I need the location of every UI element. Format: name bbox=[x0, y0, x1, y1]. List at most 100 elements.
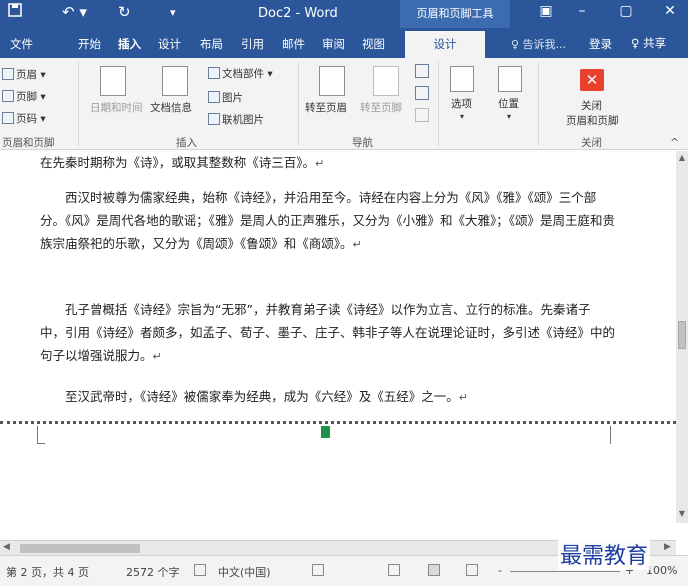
goto-footer-icon bbox=[373, 66, 399, 96]
read-mode-icon[interactable] bbox=[388, 564, 400, 576]
goto-footer-button[interactable]: 转至页脚 bbox=[360, 100, 402, 115]
header-button-label: 页眉 ▾ bbox=[16, 69, 46, 81]
tab-layout[interactable]: 布局 bbox=[200, 36, 223, 52]
vertical-scroll-thumb[interactable] bbox=[678, 321, 686, 349]
tab-mailings[interactable]: 邮件 bbox=[282, 36, 305, 52]
quick-parts-label: 文档部件 ▾ bbox=[222, 68, 273, 80]
ribbon-separator bbox=[438, 62, 439, 146]
paragraph-text: 在先秦时期称为《诗》，或取其整数称《诗三百》。 bbox=[40, 155, 316, 170]
ribbon-display-options-icon[interactable]: ▣ bbox=[532, 3, 560, 19]
options-dropdown-icon[interactable]: ▾ bbox=[460, 112, 464, 121]
footer-button[interactable]: 页脚 ▾ bbox=[2, 89, 46, 104]
group-label-close: 关闭 bbox=[581, 137, 602, 149]
options-button[interactable]: 选项 bbox=[451, 96, 472, 111]
link-to-previous-icon[interactable] bbox=[415, 108, 429, 122]
close-header-footer-button[interactable]: 关闭 bbox=[581, 98, 602, 113]
options-icon bbox=[450, 66, 474, 92]
watermark-text: 最需教育 bbox=[558, 538, 651, 570]
paragraph-mark: ↵ bbox=[152, 350, 162, 363]
document-paragraph[interactable]: 西汉时被尊为儒家经典，始称《诗经》，并沿用至今。诗经在内容上分为《风》《雅》《颂… bbox=[40, 186, 615, 256]
next-icon[interactable] bbox=[415, 86, 429, 100]
position-dropdown-icon[interactable]: ▾ bbox=[507, 112, 511, 121]
tab-review[interactable]: 审阅 bbox=[322, 36, 345, 52]
position-button[interactable]: 位置 bbox=[498, 96, 519, 111]
page-indicator[interactable]: 第 2 页，共 4 页 bbox=[6, 564, 89, 580]
tab-insert[interactable]: 插入 bbox=[118, 36, 141, 52]
maximize-icon[interactable]: ▢ bbox=[612, 3, 640, 19]
goto-header-icon bbox=[319, 66, 345, 96]
page-number-button[interactable]: 页码 ▾ bbox=[2, 111, 46, 126]
tab-view[interactable]: 视图 bbox=[362, 36, 385, 52]
zoom-slider[interactable] bbox=[510, 571, 620, 572]
zoom-out-button[interactable]: - bbox=[498, 564, 502, 577]
undo-icon[interactable]: ↶ ▾ bbox=[62, 3, 87, 21]
zoom-level[interactable]: 100% bbox=[646, 564, 677, 577]
share-button[interactable]: ♀ 共享 bbox=[631, 35, 666, 51]
previous-icon[interactable] bbox=[415, 64, 429, 78]
language-indicator[interactable]: 中文(中国) bbox=[218, 564, 271, 580]
vertical-scrollbar[interactable]: ▲ ▼ bbox=[676, 151, 688, 523]
header-button[interactable]: 页眉 ▾ bbox=[2, 67, 46, 82]
proofing-icon[interactable] bbox=[194, 564, 206, 576]
close-window-icon[interactable]: ✕ bbox=[656, 3, 684, 19]
header-footer-boundary bbox=[0, 421, 676, 424]
horizontal-scroll-thumb[interactable] bbox=[20, 544, 140, 553]
quick-parts-icon bbox=[208, 67, 220, 79]
document-page[interactable]: 在先秦时期称为《诗》，或取其整数称《诗三百》。↵ 西汉时被尊为儒家经典，始称《诗… bbox=[0, 151, 676, 523]
sign-in-link[interactable]: 登录 bbox=[589, 36, 612, 52]
scroll-left-icon[interactable]: ◀ bbox=[3, 542, 10, 552]
picture-label: 图片 bbox=[222, 92, 243, 104]
paragraph-text: 至汉武帝时，《诗经》被儒家奉为经典，成为《六经》及《五经》之一。 bbox=[65, 389, 459, 404]
footer-icon bbox=[2, 90, 14, 102]
paragraph-text: 西汉时被尊为儒家经典，始称《诗经》，并沿用至今。诗经在内容上分为《风》《雅》《颂… bbox=[40, 190, 616, 251]
page-number-label: 页码 ▾ bbox=[16, 113, 46, 125]
word-count[interactable]: 2572 个字 bbox=[126, 564, 180, 580]
redo-icon[interactable]: ↻ bbox=[118, 3, 131, 21]
quick-parts-button[interactable]: 文档部件 ▾ bbox=[208, 66, 273, 81]
scroll-right-icon[interactable]: ▶ bbox=[664, 542, 671, 552]
tab-file[interactable]: 文件 bbox=[10, 36, 33, 52]
customize-quick-access-icon[interactable]: ▾ bbox=[170, 6, 176, 19]
date-time-button[interactable]: 日期和时间 bbox=[90, 100, 143, 115]
group-label-navigation: 导航 bbox=[352, 137, 373, 149]
title-bar: ↶ ▾ ↻ ▾ Doc2 - Word 页眉和页脚工具 ▣ – ▢ ✕ bbox=[0, 0, 688, 28]
document-paragraph[interactable]: 至汉武帝时，《诗经》被儒家奉为经典，成为《六经》及《五经》之一。↵ bbox=[40, 385, 615, 409]
document-paragraph[interactable]: 在先秦时期称为《诗》，或取其整数称《诗三百》。↵ bbox=[40, 151, 615, 175]
header-icon bbox=[2, 68, 14, 80]
tab-design[interactable]: 设计 bbox=[158, 36, 181, 52]
save-icon[interactable] bbox=[8, 3, 22, 21]
footer-button-label: 页脚 ▾ bbox=[16, 91, 46, 103]
header-footer-tools-label: 页眉和页脚工具 bbox=[400, 0, 510, 28]
group-label-insert: 插入 bbox=[176, 137, 197, 149]
document-info-button[interactable]: 文档信息 bbox=[150, 100, 192, 115]
date-time-icon bbox=[100, 66, 126, 96]
tab-references[interactable]: 引用 bbox=[241, 36, 264, 52]
scroll-down-icon[interactable]: ▼ bbox=[676, 509, 688, 518]
minimize-icon[interactable]: – bbox=[568, 3, 596, 19]
page-corner-mark bbox=[37, 426, 45, 444]
page-corner-mark bbox=[610, 426, 618, 444]
web-layout-icon[interactable] bbox=[466, 564, 478, 576]
print-layout-icon[interactable] bbox=[428, 564, 440, 576]
tab-header-footer-design[interactable]: 设计 bbox=[405, 31, 485, 58]
group-label-header-footer: 页眉和页脚 bbox=[2, 137, 55, 149]
paragraph-mark: ↵ bbox=[352, 238, 362, 251]
ribbon-separator bbox=[538, 62, 539, 146]
ribbon-separator bbox=[298, 62, 299, 146]
paragraph-mark: ↵ bbox=[315, 157, 325, 170]
close-header-footer-button-line2[interactable]: 页眉和页脚 bbox=[566, 113, 619, 128]
collapse-ribbon-icon[interactable]: ^ bbox=[670, 136, 679, 149]
tell-me-search[interactable]: ♀ 告诉我... bbox=[511, 36, 566, 52]
page-number-icon bbox=[2, 112, 14, 124]
macro-record-icon[interactable] bbox=[312, 564, 324, 576]
picture-button[interactable]: 图片 bbox=[208, 90, 243, 105]
document-paragraph[interactable]: 孔子曾概括《诗经》宗旨为“无邪”，并教育弟子读《诗经》以作为立言、立行的标准。先… bbox=[40, 298, 615, 368]
tab-home[interactable]: 开始 bbox=[78, 36, 101, 52]
online-picture-button[interactable]: 联机图片 bbox=[208, 112, 264, 127]
paragraph-text: 孔子曾概括《诗经》宗旨为“无邪”，并教育弟子读《诗经》以作为立言、立行的标准。先… bbox=[40, 302, 616, 363]
close-header-footer-icon[interactable]: ✕ bbox=[580, 69, 604, 91]
picture-icon bbox=[208, 91, 220, 103]
goto-header-button[interactable]: 转至页眉 bbox=[305, 100, 347, 115]
scroll-up-icon[interactable]: ▲ bbox=[676, 153, 688, 162]
paragraph-mark: ↵ bbox=[458, 391, 468, 404]
